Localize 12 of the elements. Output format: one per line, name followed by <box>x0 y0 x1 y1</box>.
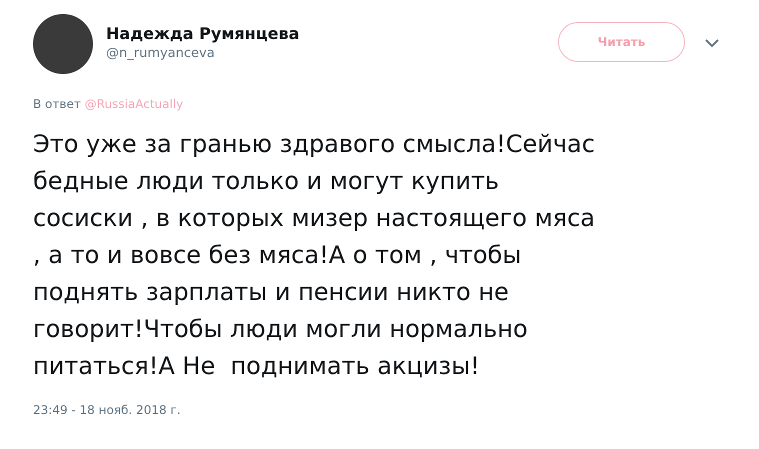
tweet-text-line: питаться!А Не поднимать акцизы! <box>33 351 481 382</box>
author-handle[interactable]: @n_rumyanceva <box>106 44 300 64</box>
tweet-timestamp[interactable]: 23:49 - 18 нояб. 2018 г. <box>33 403 181 417</box>
chevron-down-icon[interactable] <box>705 38 719 48</box>
author-name[interactable]: Надежда Румянцева <box>106 24 300 44</box>
tweet-text-line: , а то и вовсе без мяса!А о том , чтобы <box>33 240 522 271</box>
tweet-text-line: бедные люди только и могут купить <box>33 166 500 197</box>
tweet-text-line: говорит!Чтобы люди могли нормально <box>33 314 529 345</box>
tweet-text-line: сосиски , в которых мизер настоящего мяса <box>33 203 596 234</box>
reply-label: В ответ <box>33 97 81 111</box>
tweet-text-line: Это уже за гранью здравого смысла!Сейчас <box>33 129 596 160</box>
tweet-text-line: поднять зарплаты и пенсии никто не <box>33 277 510 308</box>
